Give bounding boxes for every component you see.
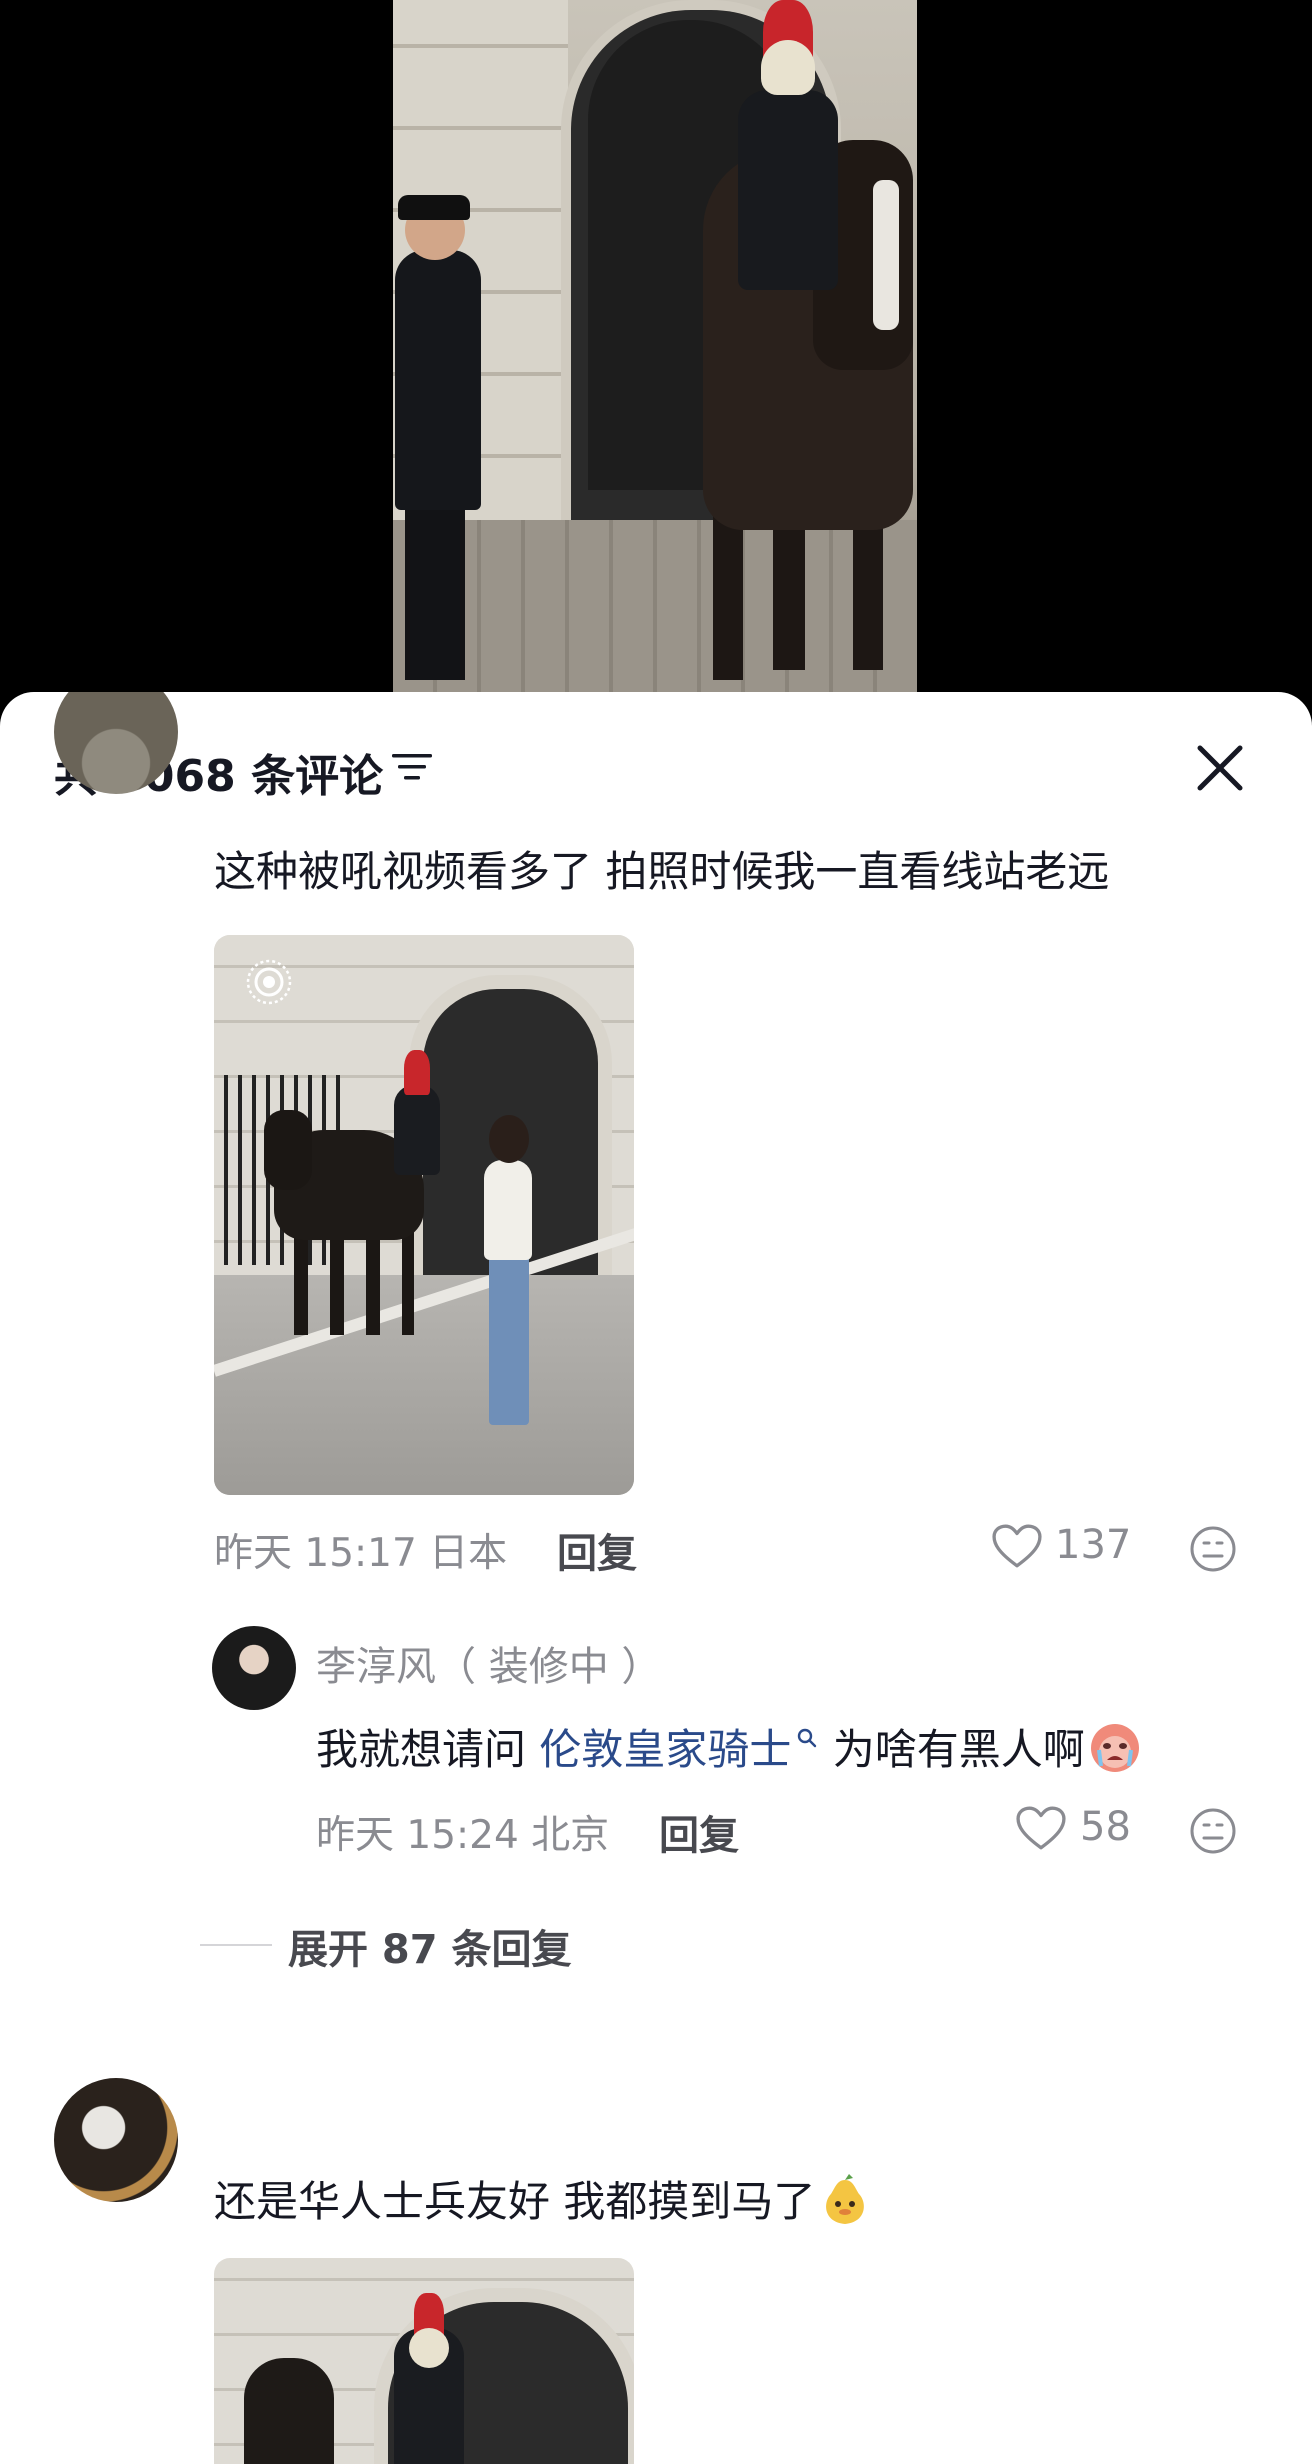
video-player[interactable] [393, 0, 917, 700]
video-helmet [761, 40, 815, 95]
photo-horse [244, 2358, 334, 2464]
reply-meta: 昨天 15:24 北京 [316, 1813, 610, 1858]
like-heart-icon[interactable] [1016, 1806, 1066, 1852]
reply-username[interactable]: 李淳风（ 装修中 ） [316, 1634, 661, 1692]
photo-person-top [484, 1160, 532, 1260]
video-police-officer [395, 250, 481, 510]
reply-avatar[interactable] [212, 1626, 296, 1710]
like-count: 58 [1080, 1804, 1131, 1850]
reply-text: 我就想请问 伦敦皇家骑士 为啥有黑人啊 [316, 1716, 1141, 1777]
photo-horse-legs [294, 1225, 414, 1335]
avatar[interactable] [54, 2078, 178, 2202]
photo-helmet [409, 2328, 449, 2368]
video-horse-leg [773, 520, 805, 670]
close-icon[interactable] [1192, 740, 1248, 796]
video-rider [738, 90, 838, 290]
video-horse-leg [853, 520, 883, 670]
crying-emoji-icon [1090, 1724, 1139, 1772]
reply-text-start: 我就想请问 [316, 1725, 540, 1774]
pear-emoji-icon [826, 2174, 865, 2224]
comment-image[interactable] [214, 935, 634, 1495]
comment-meta: 昨天 15:17 日本 [214, 1531, 508, 1576]
video-ground [393, 520, 917, 700]
emoji-react-icon[interactable] [1188, 1806, 1238, 1856]
video-police-cap [398, 195, 470, 220]
photo-helmet-plume [404, 1050, 430, 1095]
photo-person-head [489, 1115, 529, 1163]
reply-button[interactable]: 回复 [557, 1521, 637, 1579]
like-heart-icon[interactable] [992, 1524, 1042, 1570]
reply-text-end: 为啥有黑人啊 [819, 1725, 1085, 1774]
comment-sheet-header: 共 3068 条评论 [0, 692, 1312, 842]
comment-text-body: 还是华人士兵友好 我都摸到马了 [214, 2177, 816, 2226]
video-horse-blaze [873, 180, 899, 330]
comment-image[interactable] [214, 2258, 634, 2464]
photo-horse-head [264, 1110, 312, 1190]
emoji-react-icon[interactable] [1188, 1524, 1238, 1574]
sort-filter-icon[interactable] [390, 750, 434, 784]
expand-replies-button[interactable]: 展开 87 条回复 [288, 1917, 572, 1975]
photo-person-jeans [489, 1255, 529, 1425]
video-police-legs [405, 500, 465, 680]
live-photo-icon [246, 959, 292, 1005]
search-keyword-link[interactable]: 伦敦皇家骑士 [539, 1725, 791, 1774]
expand-divider [200, 1944, 272, 1946]
comment-sheet: 共 3068 条评论 这种被吼视频看多了 拍照时候我一直看线站老远 昨天 15:… [0, 692, 1312, 2464]
search-icon [798, 1728, 817, 1748]
comment-text: 这种被吼视频看多了 拍照时候我一直看线站老远 [214, 847, 1110, 896]
comment-text: 还是华人士兵友好 我都摸到马了 [214, 2168, 871, 2229]
photo-rider [394, 1085, 440, 1175]
like-count: 137 [1055, 1522, 1132, 1568]
reply-button[interactable]: 回复 [659, 1803, 739, 1861]
